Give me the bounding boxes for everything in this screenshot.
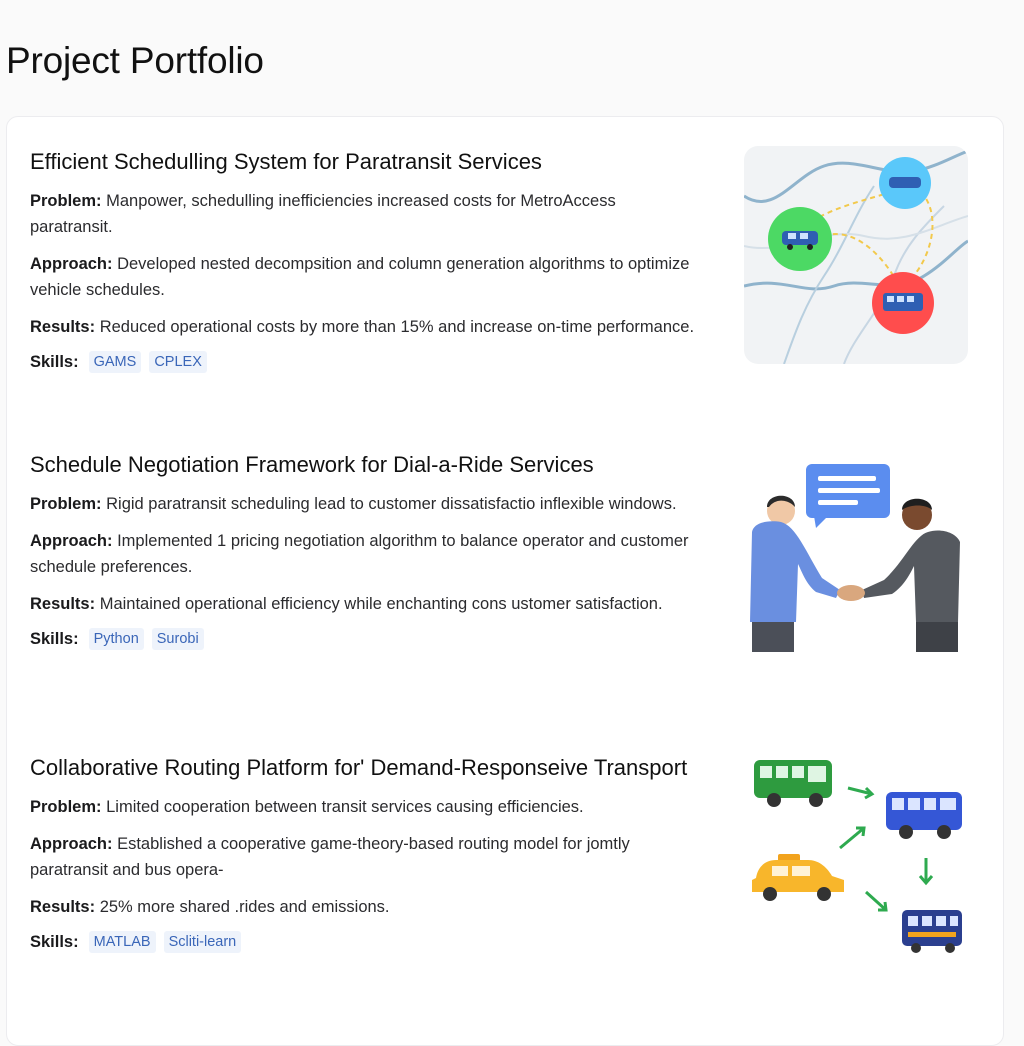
- problem-text: Rigid paratransit scheduling lead to cus…: [106, 495, 677, 513]
- results-label: Results:: [30, 898, 96, 916]
- person-left-icon: [750, 495, 840, 652]
- project-title: Schedule Negotiation Framework for Dial-…: [30, 452, 594, 477]
- skills-label: Skills:: [30, 629, 79, 648]
- navy-bus-icon: [902, 910, 962, 953]
- problem-text: Limited cooperation between transit serv…: [106, 798, 584, 816]
- page-title: Project Portfolio: [6, 40, 264, 81]
- problem-label: Problem:: [30, 495, 102, 513]
- green-bus-icon: [754, 760, 832, 807]
- project-title: Efficient Schedulling System for Paratra…: [30, 149, 542, 174]
- results-row: Results: 25% more shared .rides and emis…: [30, 894, 700, 920]
- approach-row: Approach: Implemented 1 pricing negotiat…: [30, 528, 700, 580]
- approach-row: Approach: Established a cooperative game…: [30, 831, 700, 883]
- approach-text: Developed nested decompsition and column…: [30, 255, 690, 299]
- skill-chip[interactable]: GAMS: [88, 351, 142, 373]
- problem-row: Problem: Rigid paratransit scheduling le…: [30, 491, 700, 517]
- skills-label: Skills:: [30, 352, 79, 371]
- vehicles-flow-illustration: [752, 760, 962, 953]
- approach-row: Approach: Developed nested decompsition …: [30, 251, 700, 303]
- results-text: 25% more shared .rides and emissions.: [99, 898, 390, 916]
- handshake-illustration: [750, 464, 960, 652]
- results-text: Maintained operational efficiency while …: [99, 595, 663, 613]
- results-row: Results: Reduced operational costs by mo…: [30, 314, 700, 340]
- problem-text: Manpower, schedulling inefficiencies inc…: [30, 192, 616, 236]
- skill-chip[interactable]: CPLEX: [149, 351, 207, 373]
- person-right-icon: [862, 498, 960, 652]
- approach-text: Implemented 1 pricing negotiation algori…: [30, 532, 689, 576]
- skill-chip[interactable]: MATLAB: [88, 931, 156, 953]
- results-text: Reduced operational costs by more than 1…: [99, 318, 695, 336]
- approach-label: Approach:: [30, 532, 113, 550]
- problem-row: Problem: Manpower, schedulling inefficie…: [30, 188, 700, 240]
- problem-label: Problem:: [30, 192, 102, 210]
- approach-label: Approach:: [30, 255, 113, 273]
- results-label: Results:: [30, 595, 96, 613]
- blue-bus-icon: [886, 792, 962, 839]
- problem-row: Problem: Limited cooperation between tra…: [30, 794, 700, 820]
- speech-bubble-icon: [806, 464, 890, 528]
- route-map-illustration: [744, 146, 968, 364]
- skill-chip[interactable]: Python: [88, 628, 144, 650]
- approach-text: Established a cooperative game-theory-ba…: [30, 835, 630, 879]
- taxi-icon: [752, 854, 844, 901]
- skill-chip[interactable]: Surobi: [151, 628, 204, 650]
- skill-chip[interactable]: Scliti-learn: [163, 931, 242, 953]
- project-title: Collaborative Routing Platform for' Dema…: [30, 755, 688, 780]
- results-label: Results:: [30, 318, 96, 336]
- approach-label: Approach:: [30, 835, 113, 853]
- results-row: Results: Maintained operational efficien…: [30, 591, 700, 617]
- problem-label: Problem:: [30, 798, 102, 816]
- skills-label: Skills:: [30, 932, 79, 951]
